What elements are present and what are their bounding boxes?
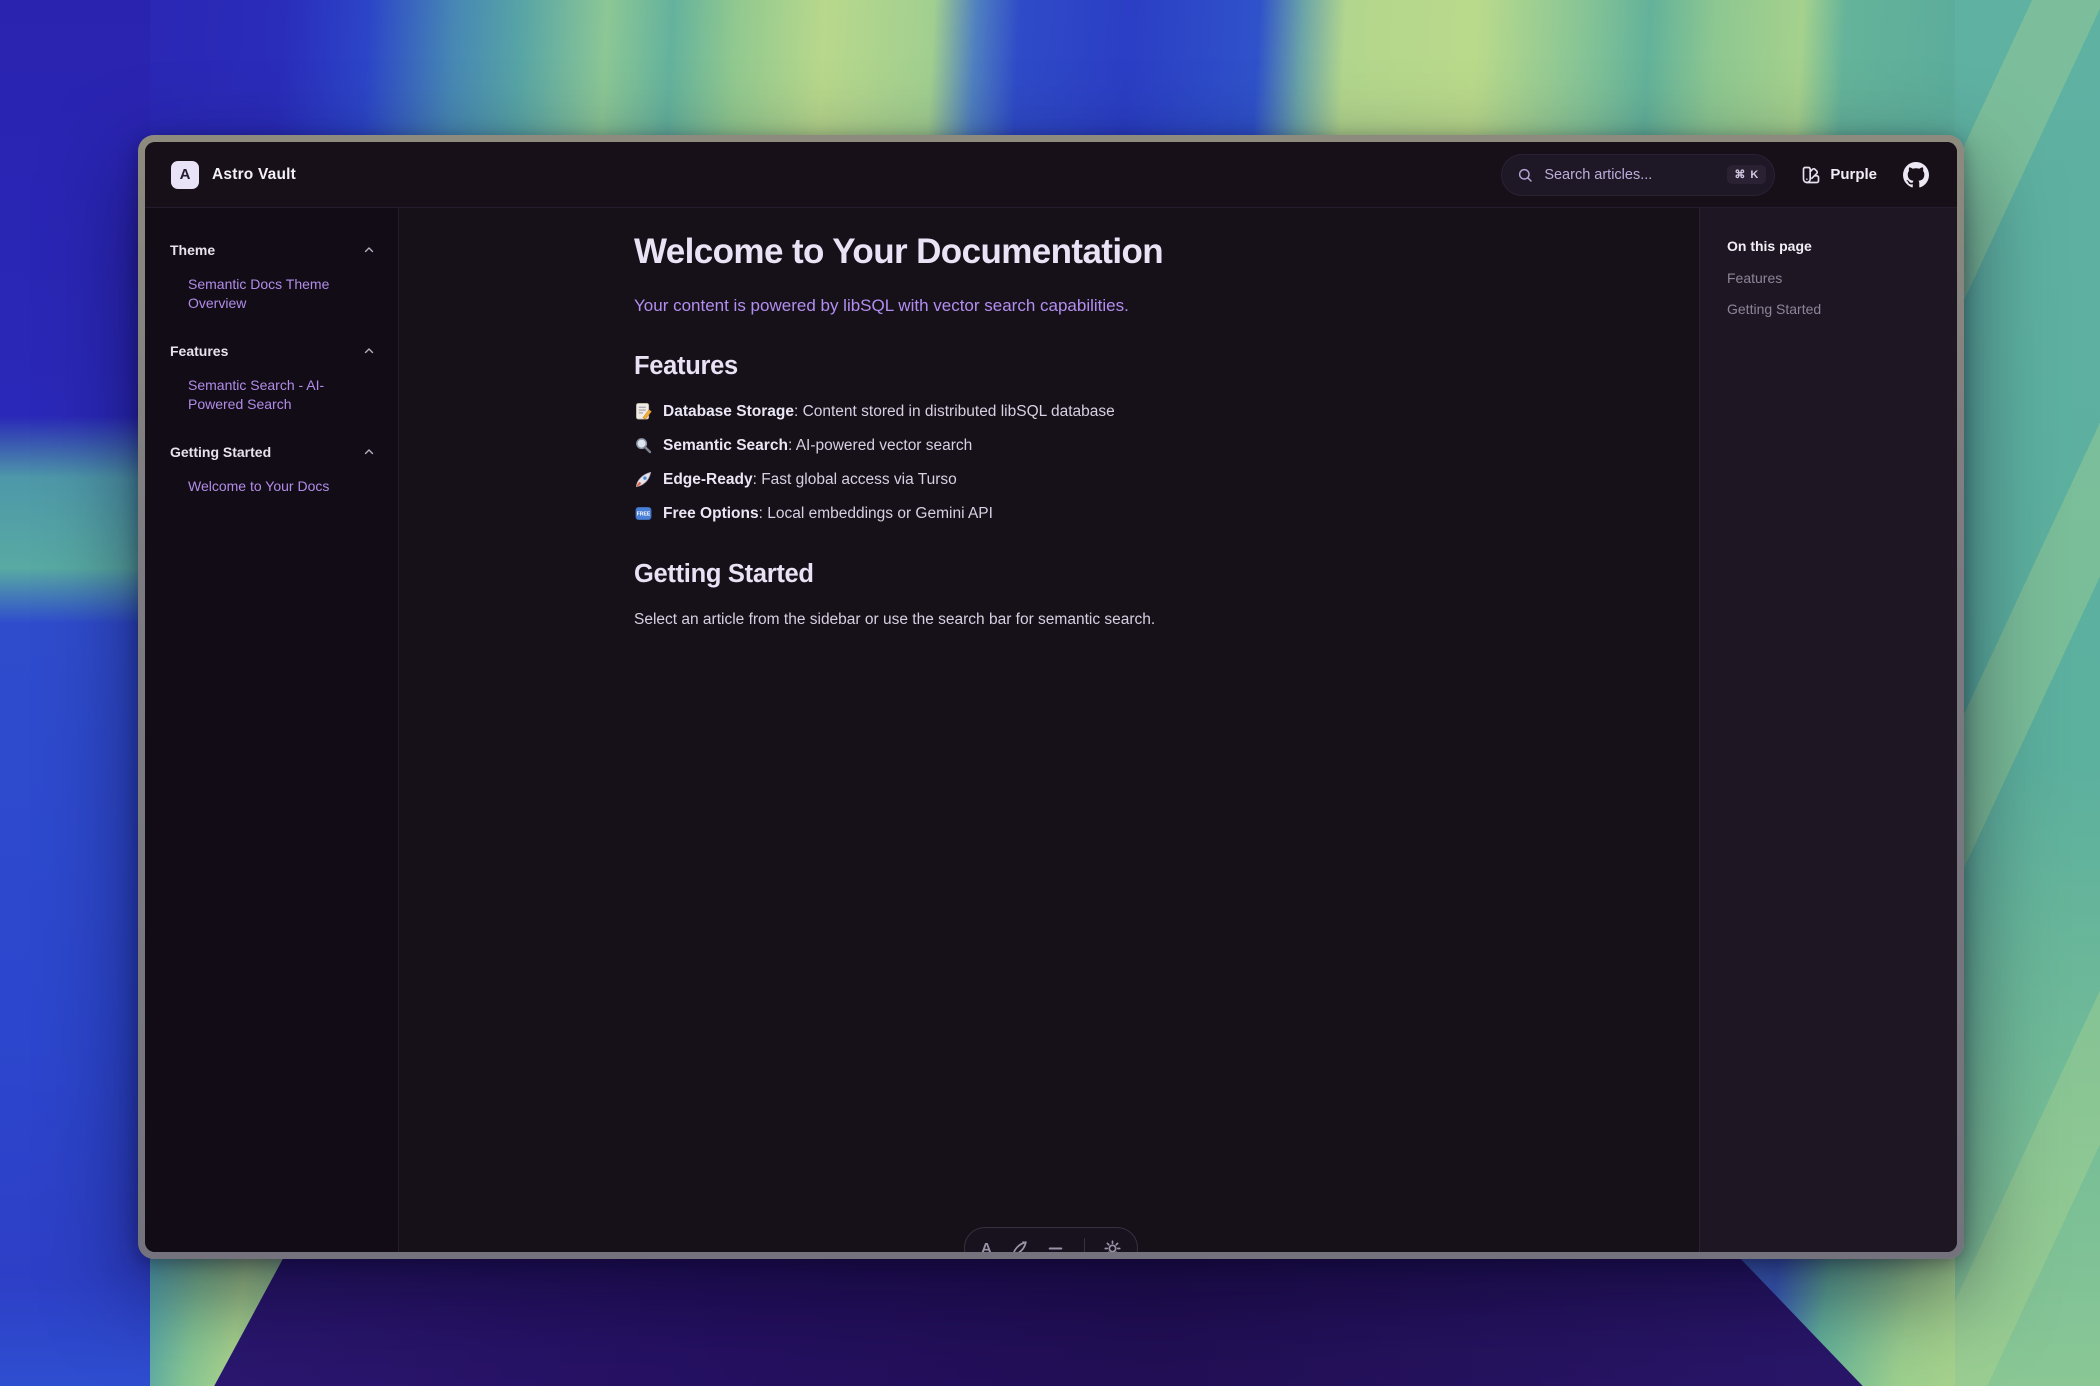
sidebar-section-theme: Theme Semantic Docs Theme Overview xyxy=(170,242,380,313)
getting-started-heading: Getting Started xyxy=(634,560,1470,589)
features-list: Database Storage: Content stored in dist… xyxy=(634,401,1470,524)
github-icon xyxy=(1903,162,1929,188)
search-bar[interactable]: Search articles... ⌘ K xyxy=(1501,154,1775,196)
sidebar-section-label: Theme xyxy=(170,242,215,258)
feature-text: Free Options: Local embeddings or Gemini… xyxy=(663,503,993,524)
sidebar-section-theme-header[interactable]: Theme xyxy=(170,242,380,258)
theme-button-label: Purple xyxy=(1830,166,1877,183)
sidebar-item-semantic-search[interactable]: Semantic Search - AI-Powered Search xyxy=(188,376,334,414)
audit-bar-icon[interactable] xyxy=(1047,1240,1064,1253)
theme-button[interactable]: Purple xyxy=(1801,165,1877,185)
rocket-emoji-icon xyxy=(634,470,653,489)
toc-link-getting-started[interactable]: Getting Started xyxy=(1727,301,1937,317)
search-icon xyxy=(1517,167,1533,183)
feature-item-database-storage: Database Storage: Content stored in dist… xyxy=(634,401,1470,422)
app-title: Astro Vault xyxy=(212,166,296,184)
search-placeholder: Search articles... xyxy=(1544,167,1727,183)
article: Welcome to Your Documentation Your conte… xyxy=(634,208,1470,629)
app-header: A Astro Vault Search articles... ⌘ K xyxy=(145,142,1957,208)
swatch-book-icon xyxy=(1801,165,1821,185)
page-title: Welcome to Your Documentation xyxy=(634,232,1470,272)
chevron-up-icon xyxy=(362,243,376,257)
settings-gear-icon[interactable] xyxy=(1104,1240,1121,1253)
feature-item-semantic-search: Semantic Search: AI-powered vector searc… xyxy=(634,435,1470,456)
features-heading: Features xyxy=(634,352,1470,381)
app-logo[interactable]: A xyxy=(171,161,199,189)
github-link[interactable] xyxy=(1903,162,1929,188)
sidebar-section-features: Features Semantic Search - AI-Powered Se… xyxy=(170,343,380,414)
app-logo-letter: A xyxy=(180,166,191,183)
getting-started-paragraph: Select an article from the sidebar or us… xyxy=(634,611,1470,629)
sidebar: Theme Semantic Docs Theme Overview Featu… xyxy=(145,208,399,1252)
feature-text: Semantic Search: AI-powered vector searc… xyxy=(663,435,972,456)
astro-logo-icon[interactable]: A xyxy=(981,1240,992,1253)
feature-item-edge-ready: Edge-Ready: Fast global access via Turso xyxy=(634,469,1470,490)
sidebar-section-label: Features xyxy=(170,343,228,359)
sidebar-item-welcome-to-your-docs[interactable]: Welcome to Your Docs xyxy=(188,477,334,496)
free-emoji-icon: FREE xyxy=(634,504,653,523)
sidebar-section-label: Getting Started xyxy=(170,444,271,460)
window-body: Theme Semantic Docs Theme Overview Featu… xyxy=(145,208,1957,1252)
brand[interactable]: A Astro Vault xyxy=(171,161,296,189)
toolbar-divider xyxy=(1084,1238,1085,1252)
sidebar-section-features-header[interactable]: Features xyxy=(170,343,380,359)
feature-text: Database Storage: Content stored in dist… xyxy=(663,401,1115,422)
toc-link-features[interactable]: Features xyxy=(1727,270,1937,286)
chevron-up-icon xyxy=(362,344,376,358)
sidebar-section-getting-started: Getting Started Welcome to Your Docs xyxy=(170,444,380,496)
app-window: A Astro Vault Search articles... ⌘ K xyxy=(138,135,1964,1259)
search-shortcut-badge: ⌘ K xyxy=(1727,165,1766,184)
inspect-rocket-icon[interactable] xyxy=(1011,1240,1028,1253)
sidebar-item-semantic-docs-theme-overview[interactable]: Semantic Docs Theme Overview xyxy=(188,275,334,313)
feature-text: Edge-Ready: Fast global access via Turso xyxy=(663,469,957,490)
feature-item-free-options: FREE Free Options: Local embeddings or G… xyxy=(634,503,1470,524)
page-intro: Your content is powered by libSQL with v… xyxy=(634,296,1470,316)
memo-emoji-icon xyxy=(634,402,653,421)
chevron-up-icon xyxy=(362,445,376,459)
toc-title: On this page xyxy=(1727,238,1937,254)
wallpaper-right-strip xyxy=(1955,0,2100,1386)
main-content: Welcome to Your Documentation Your conte… xyxy=(399,208,1699,1252)
svg-text:FREE: FREE xyxy=(637,512,651,518)
wallpaper-left-strip xyxy=(0,0,150,1386)
header-actions: Search articles... ⌘ K Purple xyxy=(1501,154,1929,196)
dev-toolbar[interactable]: A xyxy=(964,1227,1138,1252)
sidebar-section-getting-started-header[interactable]: Getting Started xyxy=(170,444,380,460)
magnifier-emoji-icon xyxy=(634,436,653,455)
toc-panel: On this page Features Getting Started xyxy=(1699,208,1957,1252)
window-inner: A Astro Vault Search articles... ⌘ K xyxy=(145,142,1957,1252)
